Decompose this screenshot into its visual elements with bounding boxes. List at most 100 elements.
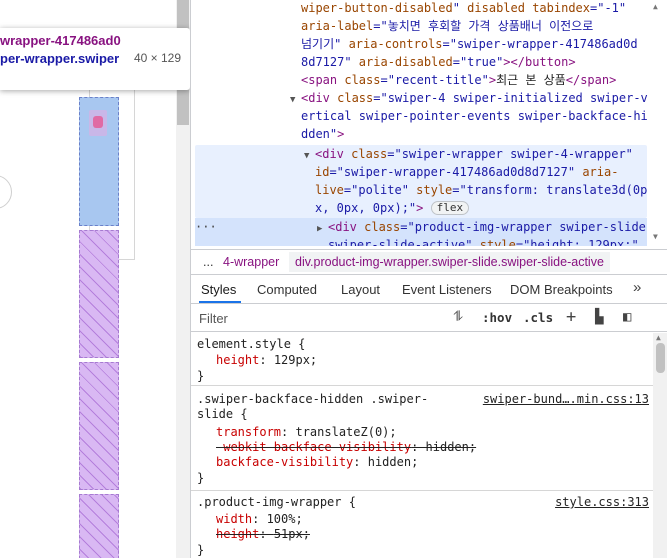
rule-selector[interactable]: .swiper-backface-hidden .swiper-: [197, 392, 428, 407]
styles-toolbar: ⥮ :hov .cls + ▙ ◧: [191, 305, 667, 332]
rule-close: }: [197, 369, 205, 383]
new-style-rule-button[interactable]: +: [566, 307, 576, 327]
property-value[interactable]: translateZ(0);: [295, 425, 396, 439]
property-name[interactable]: backface-visibility: [216, 455, 353, 469]
style-declaration[interactable]: backface-visibility: hidden;: [216, 455, 418, 470]
style-declaration[interactable]: height: 129px;: [216, 353, 317, 368]
sidebar-tab-bar: Styles Computed Layout Event Listeners D…: [191, 276, 667, 304]
breadcrumb-item-active[interactable]: div.product-img-wrapper.swiper-slide.swi…: [289, 252, 610, 272]
value-text: ="height: 129px;": [515, 238, 639, 246]
property-value[interactable]: hidden;: [368, 455, 419, 469]
tab-computed[interactable]: Computed: [257, 282, 317, 297]
hov-button[interactable]: :hov: [482, 310, 512, 325]
styles-scrollbar[interactable]: ▲: [653, 333, 667, 558]
property-name[interactable]: height: [216, 527, 259, 541]
tree-line[interactable]: <div class="swiper-wrapper swiper-4-wrap…: [315, 145, 633, 163]
tree-line[interactable]: <div class="product-img-wrapper swiper-s…: [328, 218, 646, 236]
tree-line[interactable]: x, 0px, 0px);"> flex: [315, 199, 470, 217]
tree-line[interactable]: aria-label="놓치면 후회할 가격 상품배너 이전으로: [301, 17, 593, 35]
property-value[interactable]: 51px;: [274, 527, 310, 541]
attr-text: aria-controls: [348, 37, 443, 51]
expand-triangle-icon[interactable]: ▼: [290, 95, 295, 105]
highlighted-slide: [79, 230, 119, 358]
breadcrumb-item[interactable]: 4-wrapper: [223, 255, 279, 269]
tree-line[interactable]: ertical swiper-pointer-events swiper-bac…: [301, 107, 648, 125]
elements-tree[interactable]: ··· wiper-button-disabled" disabled tabi…: [191, 0, 667, 246]
rule-source-link[interactable]: style.css:313: [555, 495, 649, 510]
tag-text: </span>: [565, 73, 617, 87]
scroll-down-icon[interactable]: ▼: [653, 232, 658, 241]
tab-layout[interactable]: Layout: [341, 282, 380, 297]
rule-close: }: [197, 471, 205, 485]
property-value[interactable]: 129px;: [274, 353, 317, 367]
toggle-rendering-icon[interactable]: ⥮: [453, 309, 463, 325]
style-declaration-overridden[interactable]: -webkit-backface-visibility: hidden;: [216, 440, 476, 455]
filter-input[interactable]: [199, 309, 439, 328]
carousel-prev-button[interactable]: [0, 175, 12, 209]
style-declaration[interactable]: width: 100%;: [216, 512, 303, 527]
property-name[interactable]: height: [216, 353, 259, 367]
tag-text: <div: [328, 220, 365, 234]
styles-scrollbar-thumb[interactable]: [656, 343, 665, 373]
product-thumbnail[interactable]: [89, 110, 107, 136]
breadcrumb-ellipsis[interactable]: ...: [203, 255, 213, 269]
tree-line[interactable]: <div class="swiper-4 swiper-initialized …: [301, 89, 648, 107]
tag-text: >: [416, 201, 424, 215]
tab-dom-breakpoints[interactable]: DOM Breakpoints: [510, 282, 613, 297]
property-name[interactable]: width: [216, 512, 252, 526]
tree-line[interactable]: dden">: [301, 125, 344, 143]
property-value[interactable]: hidden;: [426, 440, 477, 454]
rule-close: }: [197, 543, 205, 557]
devtools-panel: ··· wiper-button-disabled" disabled tabi…: [190, 0, 667, 558]
tab-styles[interactable]: Styles: [201, 282, 236, 297]
style-declaration-overridden[interactable]: height: 51px;: [216, 527, 310, 542]
rule-selector[interactable]: slide {: [197, 407, 248, 422]
value-text: dden": [301, 127, 338, 141]
flex-badge[interactable]: flex: [430, 201, 470, 215]
tree-line[interactable]: wiper-button-disabled" disabled tabindex…: [301, 0, 626, 17]
cls-button[interactable]: .cls: [523, 310, 553, 325]
value-text: ="swiper-4 swiper-initialized swiper-v: [373, 91, 648, 105]
page-viewport: wrapper-417486ad0 per-wrapper.swiper 40 …: [0, 0, 190, 558]
attr-text: style: [416, 183, 453, 197]
attr-text: class: [364, 220, 401, 234]
node-text: 최근 본 상품: [496, 73, 566, 87]
attr-text: class: [344, 73, 381, 87]
tree-line[interactable]: 8d7127" aria-disabled="true"></button>: [301, 53, 576, 71]
scroll-up-icon[interactable]: ▲: [653, 2, 658, 11]
value-text: ="product-img-wrapper swiper-slide: [400, 220, 646, 234]
tag-text: >: [488, 73, 497, 87]
attr-text: class: [351, 147, 388, 161]
attr-text: disabled tabindex: [467, 1, 590, 15]
value-text: ="transform: translate3d(0p: [452, 183, 648, 197]
style-rule-product-img-wrapper: .product-img-wrapper { style.css:313 wid…: [191, 492, 653, 558]
tree-line[interactable]: 넘기기" aria-controls="swiper-wrapper-41748…: [301, 35, 638, 53]
scroll-up-icon[interactable]: ▲: [656, 333, 661, 342]
property-value[interactable]: 100%;: [267, 512, 303, 526]
tree-line[interactable]: <span class="recent-title">최근 본 상품</span…: [301, 71, 616, 89]
tree-line[interactable]: live="polite" style="transform: translat…: [315, 181, 647, 199]
styles-pane[interactable]: element.style { height: 129px; } .swiper…: [191, 333, 653, 558]
toggle-sidebar-icon[interactable]: ◧: [623, 309, 631, 325]
attr-text: class: [337, 91, 374, 105]
node-actions-dots[interactable]: ···: [195, 220, 217, 234]
expand-triangle-icon[interactable]: ▶: [317, 224, 322, 234]
computed-styles-icon[interactable]: ▙: [595, 309, 603, 325]
property-name[interactable]: transform: [216, 425, 281, 439]
elements-scrollbar[interactable]: ▲ ▼: [649, 0, 667, 246]
tree-line[interactable]: swiper-slide-active" style="height: 129p…: [328, 236, 639, 246]
tree-line[interactable]: id="swiper-wrapper-417486ad0d8d7127" ari…: [315, 163, 618, 181]
value-text: ": [452, 1, 468, 15]
value-text: ="놓치면 후회할 가격 상품배너 이전으로: [373, 19, 594, 33]
rule-source-link[interactable]: swiper-bund….min.css:13: [483, 392, 649, 407]
highlighted-slide: [79, 494, 119, 558]
property-name[interactable]: -webkit-backface-visibility: [216, 440, 411, 454]
rule-selector[interactable]: element.style {: [197, 337, 305, 352]
rule-selector[interactable]: .product-img-wrapper {: [197, 495, 356, 510]
more-tabs-icon[interactable]: »: [633, 279, 641, 296]
tooltip-dimensions: 40 × 129: [133, 51, 181, 65]
tab-event-listeners[interactable]: Event Listeners: [402, 282, 492, 297]
value-text: 넘기기": [301, 37, 349, 51]
expand-triangle-icon[interactable]: ▼: [304, 151, 309, 161]
style-declaration[interactable]: transform: translateZ(0);: [216, 425, 397, 440]
